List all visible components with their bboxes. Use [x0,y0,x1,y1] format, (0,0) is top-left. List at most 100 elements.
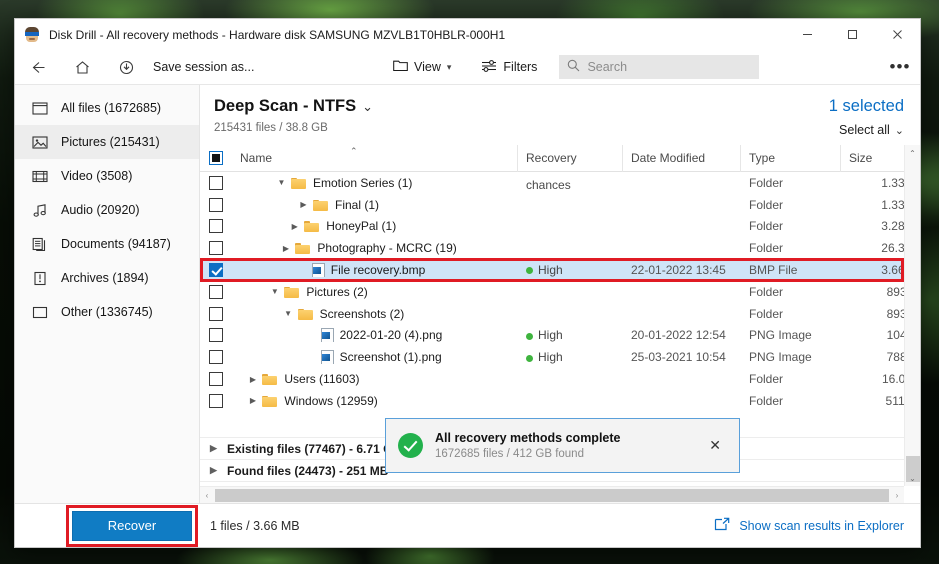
sidebar-item-archives[interactable]: Archives (1894) [15,261,199,295]
sidebar-item-documents[interactable]: Documents (94187) [15,227,199,261]
row-checkbox[interactable] [200,394,232,408]
filters-button[interactable]: Filters [471,53,547,81]
sidebar-item-other[interactable]: Other (1336745) [15,295,199,329]
sidebar-item-label: Archives (1894) [61,271,149,285]
select-all-label: Select all [839,123,890,137]
recover-button[interactable]: Recover [72,511,192,541]
close-icon[interactable]: ✕ [703,431,727,460]
minimize-button[interactable] [785,19,830,50]
row-checkbox[interactable] [200,263,232,277]
sidebar-item-video[interactable]: Video (3508) [15,159,199,193]
scan-title-dropdown[interactable]: Deep Scan - NTFS ⌄ [214,97,373,116]
sidebar: All files (1672685) Pictures (215431) Vi… [15,85,200,503]
table-row[interactable]: 2022-01-20 (4).pngHigh20-01-2022 12:54PN… [200,325,920,347]
table-row[interactable]: File recovery.bmpHigh22-01-2022 13:45BMP… [200,259,920,281]
table-header-row: Name Recovery chances Date Modified Type… [200,145,920,172]
home-icon[interactable] [65,50,99,84]
sidebar-item-label: Other (1336745) [61,305,153,319]
row-checkbox[interactable] [200,285,232,299]
row-checkbox[interactable] [200,241,232,255]
scroll-down-icon[interactable]: ⌄ [905,470,920,486]
table-row[interactable]: ▼Pictures (2)Folder893 KB [200,281,920,303]
table-row[interactable]: ▶HoneyPal (1)Folder3.28 MB [200,216,920,238]
video-icon [31,168,48,185]
show-in-explorer-link[interactable]: Show scan results in Explorer [714,517,904,535]
sidebar-item-audio[interactable]: Audio (20920) [15,193,199,227]
sliders-icon [481,59,497,76]
picture-icon [31,134,48,151]
row-checkbox[interactable] [200,176,232,190]
scroll-right-icon[interactable]: › [890,491,904,500]
expanded-twisty-icon[interactable]: ▼ [283,309,294,318]
column-header-type[interactable]: Type [740,145,840,172]
collapsed-twisty-icon[interactable]: ▶ [208,443,219,454]
column-header-recovery-chances[interactable]: Recovery chances [517,145,622,172]
close-button[interactable] [875,19,920,50]
row-type: Folder [740,285,840,299]
back-arrow-icon[interactable] [21,50,55,84]
save-download-icon[interactable] [109,50,143,84]
collapsed-twisty-icon[interactable]: ▶ [298,200,309,209]
horizontal-scrollbar-thumb[interactable] [215,489,889,502]
more-options-button[interactable]: ••• [880,52,920,82]
select-all-dropdown[interactable]: Select all ⌄ [829,123,904,137]
collapsed-twisty-icon[interactable]: ▶ [289,222,300,231]
collapsed-twisty-icon[interactable]: ▶ [208,465,219,476]
toast-title: All recovery methods complete [435,431,620,445]
search-input[interactable] [587,60,737,74]
save-session-button[interactable]: Save session as... [145,54,262,80]
folder-icon [262,395,277,407]
chevron-down-icon: ▾ [447,62,452,73]
recover-button-wrapper: Recover [72,511,192,541]
column-header-name[interactable]: Name [232,145,517,172]
select-all-checkbox[interactable] [200,151,232,165]
row-checkbox[interactable] [200,198,232,212]
table-body: ▼Emotion Series (1)Folder1.33 MB▶Final (… [200,172,920,437]
row-name-cell: ▶ Windows (12959) [232,394,517,408]
row-type: Folder [740,372,840,386]
row-checkbox[interactable] [200,328,232,342]
row-name-label: HoneyPal (1) [326,219,396,233]
sidebar-item-all-files[interactable]: All files (1672685) [15,91,199,125]
maximize-button[interactable] [830,19,875,50]
row-checkbox[interactable] [200,307,232,321]
search-box[interactable] [559,55,759,79]
toolbar: Save session as... View ▾ Filters [15,50,920,85]
expanded-twisty-icon[interactable]: ▼ [276,178,287,187]
table-row[interactable]: ▶Photography - MCRC (19)Folder26.3 MB [200,237,920,259]
row-type: PNG Image [740,350,840,364]
window-title: Disk Drill - All recovery methods - Hard… [49,28,505,42]
vertical-scrollbar[interactable]: ⌃ ⌄ [904,145,920,486]
collapsed-twisty-icon[interactable]: ▶ [247,396,258,405]
sidebar-item-label: Video (3508) [61,169,132,183]
header-right: 1 selected Select all ⌄ [829,97,904,137]
sidebar-item-pictures[interactable]: Pictures (215431) [15,125,199,159]
table-row[interactable]: ▶Windows (12959)Folder511 MB [200,390,920,412]
table-row[interactable]: ▶Users (11603)Folder16.0 GB [200,368,920,390]
open-external-icon [714,517,730,535]
row-name-label: Windows (12959) [284,394,377,408]
disk-drill-icon [24,27,40,43]
collapsed-twisty-icon[interactable]: ▶ [280,244,291,253]
row-checkbox[interactable] [200,350,232,364]
row-date-modified: 22-01-2022 13:45 [622,263,740,277]
row-checkbox[interactable] [200,219,232,233]
scroll-up-icon[interactable]: ⌃ [905,145,920,161]
row-type: Folder [740,394,840,408]
collapsed-twisty-icon[interactable]: ▶ [247,375,258,384]
view-button[interactable]: View ▾ [383,53,461,81]
column-header-date-modified[interactable]: Date Modified [622,145,740,172]
row-name-label: Screenshot (1).png [340,350,442,364]
row-name-cell: ▶Photography - MCRC (19) [232,241,517,255]
horizontal-scrollbar[interactable]: ‹ › [200,486,904,503]
expanded-twisty-icon[interactable]: ▼ [269,287,280,296]
row-checkbox[interactable] [200,372,232,386]
row-type: Folder [740,241,840,255]
scroll-left-icon[interactable]: ‹ [200,491,214,500]
row-name-cell: File recovery.bmp [232,263,517,277]
table-row[interactable]: Screenshot (1).pngHigh25-03-2021 10:54PN… [200,346,920,368]
toolbar-right-group: ••• [880,52,920,82]
table-row[interactable]: ▼Screenshots (2)Folder893 KB [200,303,920,325]
folder-icon [313,199,328,211]
row-date-modified: 20-01-2022 12:54 [622,328,740,342]
